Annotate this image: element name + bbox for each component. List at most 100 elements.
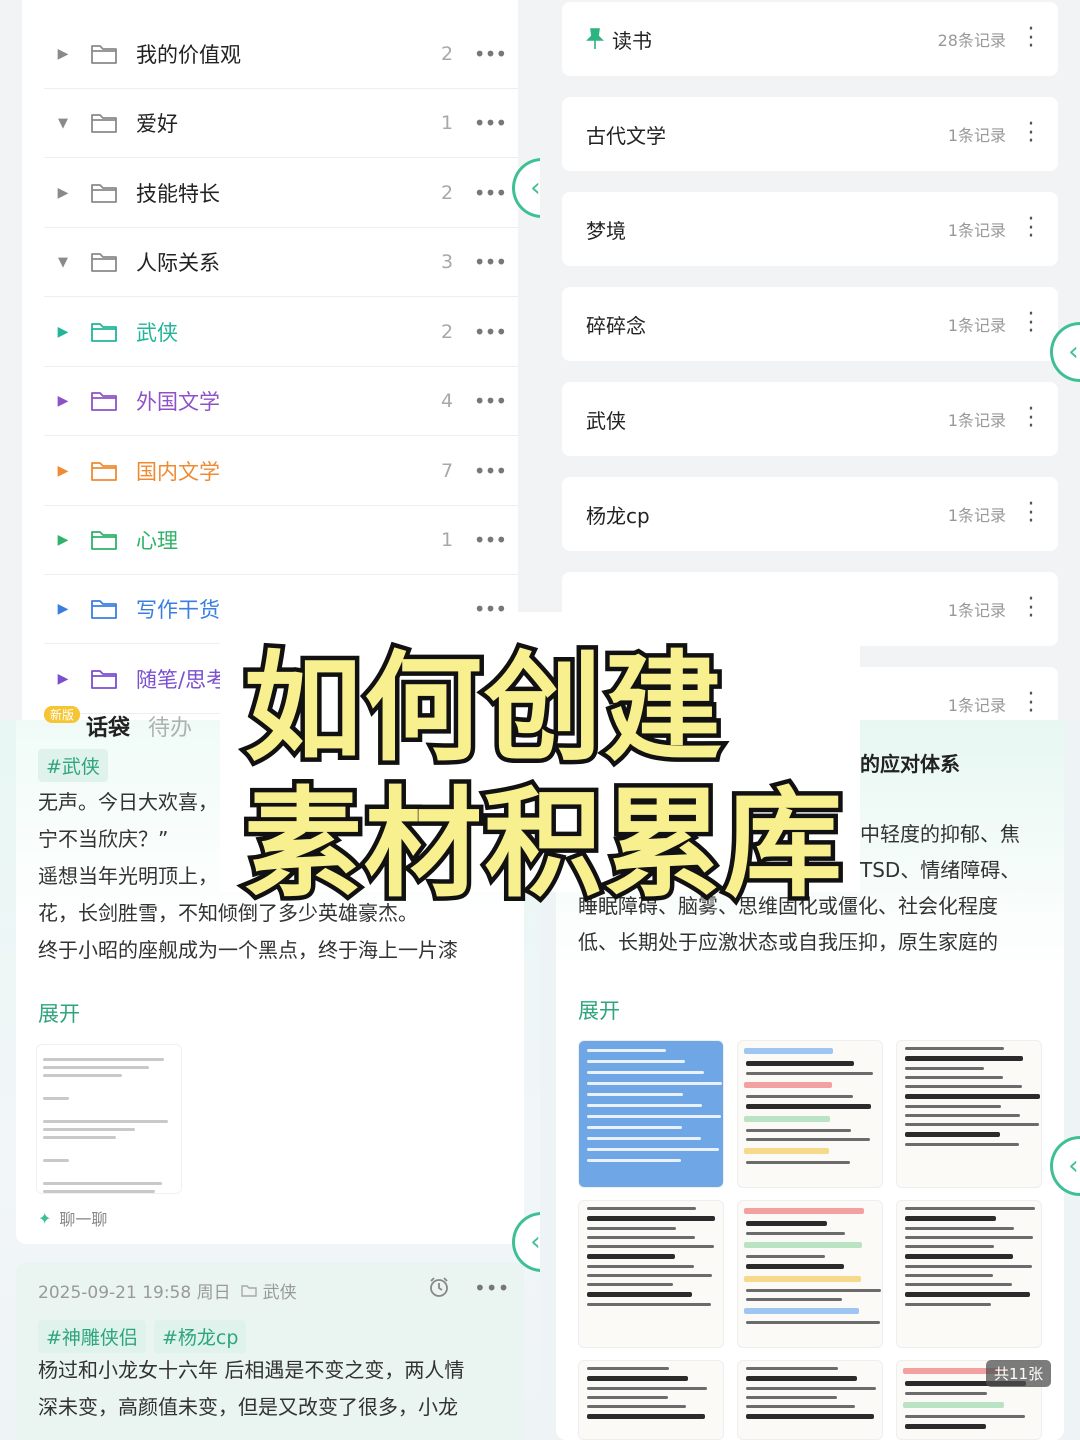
kebab-menu-icon[interactable]: · · · <box>1024 683 1038 723</box>
more-options-icon[interactable]: ••• <box>462 320 518 344</box>
category-card[interactable]: 碎碎念 1条记录 · · · <box>562 287 1058 361</box>
caret-down-icon[interactable]: ▼ <box>48 116 78 131</box>
more-options-icon[interactable]: ••• <box>462 528 518 552</box>
kebab-menu-icon[interactable]: · · · <box>1024 398 1038 438</box>
attachment-thumbnail[interactable] <box>36 1044 182 1194</box>
category-card[interactable]: 杨龙cp 1条记录 · · · <box>562 477 1058 551</box>
folder-icon <box>91 462 117 481</box>
folder-icon <box>91 184 117 203</box>
note-tag[interactable]: #杨龙cp <box>154 1320 247 1353</box>
note-image-thumbnail[interactable] <box>578 1360 724 1440</box>
folder-name: 人际关系 <box>136 251 220 275</box>
folder-icon <box>91 600 117 619</box>
note-image-thumbnail[interactable] <box>737 1200 883 1348</box>
folder-name: 外国文学 <box>136 390 220 414</box>
category-card[interactable]: 梦境 1条记录 · · · <box>562 192 1058 266</box>
kebab-menu-icon[interactable]: · · · <box>1024 208 1038 248</box>
category-card[interactable]: 读书 28条记录 · · · <box>562 2 1058 76</box>
tab-huadai[interactable]: 话袋 <box>86 710 130 742</box>
note-image-thumbnail[interactable] <box>737 1040 883 1188</box>
folder-count: 1 <box>440 112 454 134</box>
kebab-menu-icon[interactable]: · · · <box>1024 303 1038 343</box>
pin-icon <box>586 28 604 49</box>
folder-row[interactable]: ▼ 人际关系 3 ••• <box>44 228 518 297</box>
chat-label: 聊一聊 <box>59 1210 108 1229</box>
sparkle-icon: ✦ <box>38 1208 52 1228</box>
image-count-badge: 共11张 <box>986 1360 1052 1387</box>
more-options-icon[interactable]: ••• <box>474 1276 509 1300</box>
folder-icon <box>240 1285 257 1297</box>
caret-right-icon[interactable]: ▶ <box>48 46 78 62</box>
folder-icon <box>91 531 117 550</box>
note-body-2: 杨过和小龙女十六年 后相遇是不变之变，两人情 深未变，高颜值未变，但是又改变了很… <box>38 1352 508 1426</box>
chat-button[interactable]: ✦ 聊一聊 <box>38 1206 107 1230</box>
kebab-menu-icon[interactable]: · · · <box>1024 18 1038 58</box>
caret-right-icon[interactable]: ▶ <box>48 463 78 479</box>
folder-row[interactable]: ▶ 国内文学 7 ••• <box>44 437 518 506</box>
category-name: 武侠 <box>586 408 626 433</box>
note-image-thumbnail[interactable] <box>578 1040 724 1188</box>
expand-link-right[interactable]: 展开 <box>578 995 620 1025</box>
category-name: 读书 <box>612 28 652 53</box>
note-line: 杨过和小龙女十六年 后相遇是不变之变，两人情 <box>38 1358 465 1382</box>
record-count: 1条记录 <box>947 221 1006 240</box>
folder-row[interactable]: ▶ 外国文学 4 ••• <box>44 367 518 436</box>
kebab-menu-icon[interactable]: · · · <box>1024 588 1038 628</box>
caret-right-icon[interactable]: ▶ <box>48 671 78 687</box>
note-tabs: 新版 话袋 待办 <box>36 706 192 742</box>
alarm-clock-icon[interactable] <box>428 1276 450 1298</box>
note-line: 低、长期处于应激状态或自我压抑，原生家庭的 <box>578 930 998 954</box>
tab-todo[interactable]: 待办 <box>148 710 192 742</box>
chevron-left-icon: ‹ <box>1068 337 1079 367</box>
category-name: 杨龙cp <box>586 503 650 528</box>
folder-row[interactable]: ▶ 技能特长 2 ••• <box>44 159 518 228</box>
more-options-icon[interactable]: ••• <box>462 250 518 274</box>
category-name: 碎碎念 <box>586 313 646 338</box>
folder-icon <box>91 114 117 133</box>
folder-name: 技能特长 <box>136 182 220 206</box>
more-options-icon[interactable]: ••• <box>462 389 518 413</box>
folder-count: 2 <box>440 321 454 343</box>
folder-row[interactable]: ▶ 心理 1 ••• <box>44 506 518 575</box>
caret-right-icon[interactable]: ▶ <box>48 185 78 201</box>
note-image-thumbnail[interactable] <box>896 1040 1042 1188</box>
note-line: 深未变，高颜值未变，但是又改变了很多，小龙 <box>38 1395 458 1419</box>
folder-row[interactable]: ▶ 我的价值观 2 ••• <box>44 20 518 89</box>
note-line: 终于小昭的座舰成为一个黑点，终于海上一片漆 <box>38 938 458 962</box>
category-card[interactable]: 武侠 1条记录 · · · <box>562 382 1058 456</box>
caret-down-icon[interactable]: ▼ <box>48 255 78 270</box>
chevron-left-icon: ‹ <box>1068 1151 1079 1181</box>
folder-row[interactable]: ▶ 武侠 2 ••• <box>44 298 518 367</box>
kebab-menu-icon[interactable]: · · · <box>1024 113 1038 153</box>
caret-right-icon[interactable]: ▶ <box>48 601 78 617</box>
folder-name: 国内文学 <box>136 460 220 484</box>
more-options-icon[interactable]: ••• <box>462 181 518 205</box>
folder-icon <box>91 392 117 411</box>
record-count: 1条记录 <box>947 316 1006 335</box>
folder-icon <box>91 253 117 272</box>
note-image-thumbnail[interactable] <box>578 1200 724 1348</box>
note-tag[interactable]: #神雕侠侣 <box>38 1320 146 1353</box>
category-card[interactable]: 古代文学 1条记录 · · · <box>562 97 1058 171</box>
caret-right-icon[interactable]: ▶ <box>48 532 78 548</box>
more-options-icon[interactable]: ••• <box>462 111 518 135</box>
folder-count: 2 <box>440 43 454 65</box>
more-options-icon[interactable]: ••• <box>462 459 518 483</box>
note-tag[interactable]: #武侠 <box>38 749 108 782</box>
kebab-menu-icon[interactable]: · · · <box>1024 493 1038 533</box>
folder-icon <box>91 45 117 64</box>
caret-right-icon[interactable]: ▶ <box>48 324 78 340</box>
note-folder[interactable]: 武侠 <box>263 1278 297 1303</box>
record-count: 28条记录 <box>937 31 1006 50</box>
note-image-thumbnail[interactable] <box>737 1360 883 1440</box>
image-grid <box>578 1040 1042 1440</box>
category-name: 梦境 <box>586 218 626 243</box>
caret-right-icon[interactable]: ▶ <box>48 393 78 409</box>
expand-link[interactable]: 展开 <box>38 998 80 1028</box>
more-options-icon[interactable]: ••• <box>462 42 518 66</box>
folder-row[interactable]: ▼ 爱好 1 ••• <box>44 89 518 158</box>
record-count: 1条记录 <box>947 696 1006 715</box>
folder-icon <box>91 323 117 342</box>
note-image-thumbnail[interactable] <box>896 1200 1042 1348</box>
title-line-2: 素材积累库 <box>239 771 846 918</box>
